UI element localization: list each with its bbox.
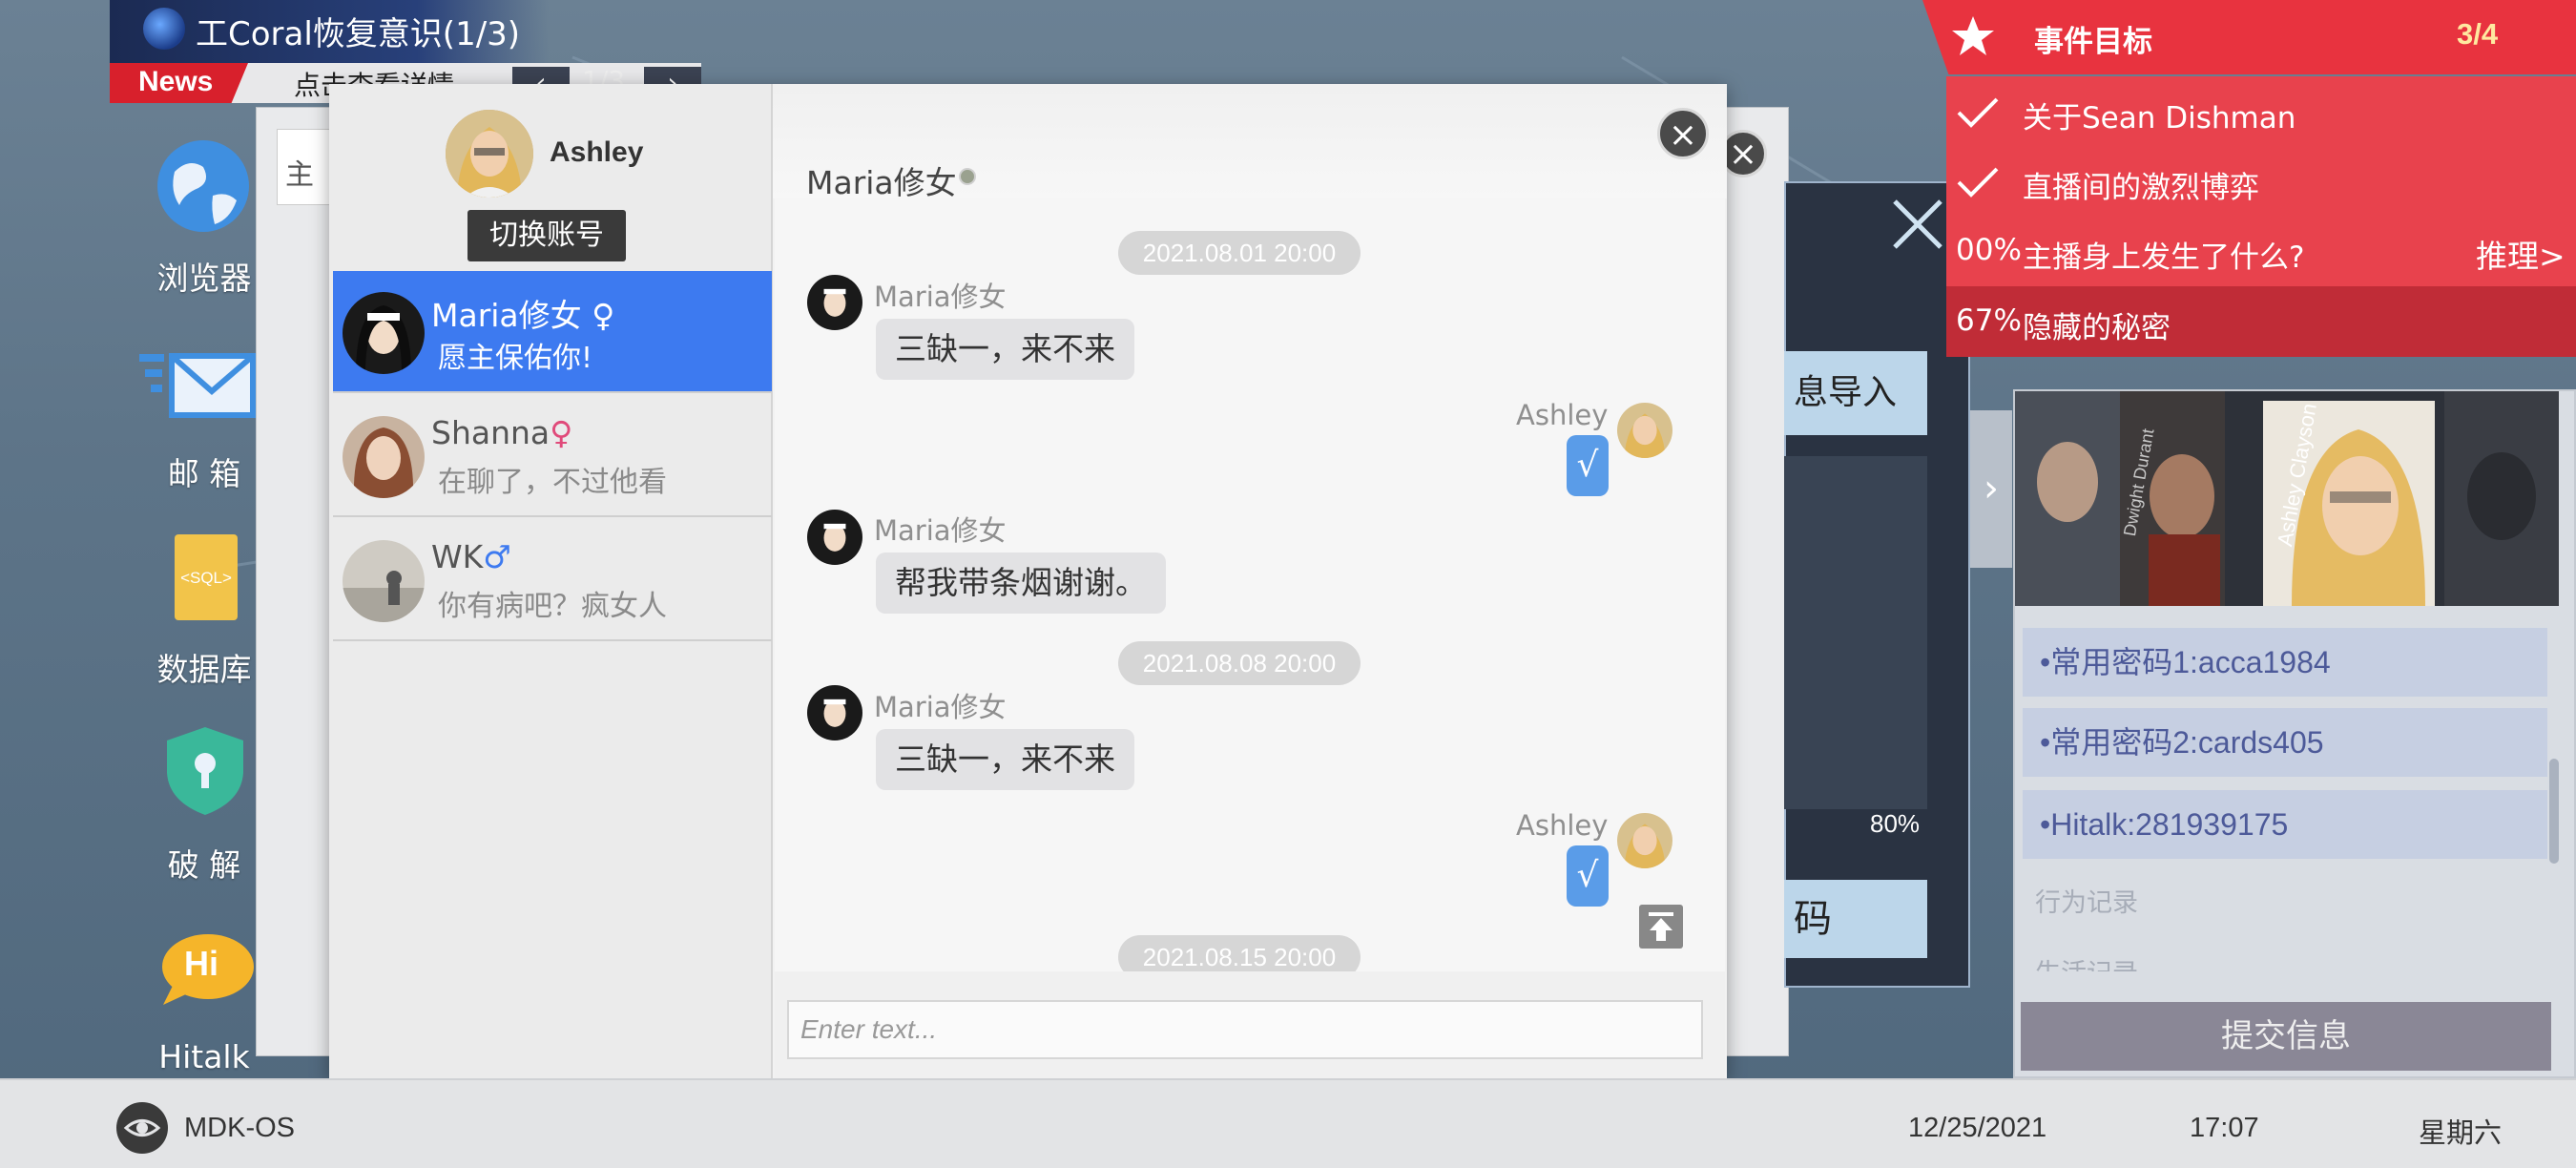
submit-info-button[interactable]: 提交信息 [2021,1002,2551,1071]
offline-status-icon [959,168,976,185]
contact-preview: 愿主保佑你! [438,342,593,375]
male-icon: ♂ [483,538,511,575]
news-tag-label: News [138,66,214,97]
female-icon: ♀ [550,414,573,451]
message-bubble[interactable]: 三缺一，来不来 [876,319,1134,380]
import-button[interactable]: 息导入 [1784,351,1927,435]
message-bubble-mine[interactable]: √ [1567,435,1609,496]
message-sender: Maria修女 [874,281,1007,313]
expand-panel-button[interactable]: › [1970,410,2012,568]
os-logo-icon[interactable] [116,1102,168,1154]
browser-icon[interactable] [156,138,251,234]
message-input[interactable]: Enter text... [787,1000,1703,1059]
objectives-title: 事件目标 [2034,25,2152,59]
date-separator: 2021.08.01 20:00 [1118,231,1361,275]
contact-item-wk[interactable]: WK♂ 你有病吧？疯女人 [333,519,772,641]
message-avatar [1617,403,1672,458]
scroll-to-top-button[interactable] [1639,905,1683,949]
message-bubble-mine[interactable]: √ [1567,845,1609,907]
account-name: Ashley [550,136,644,168]
contact-name: Shanna [431,414,551,451]
check-icon [1957,97,1999,128]
check-icon [1957,167,1999,198]
info-password-1[interactable]: •常用密码1:acca1984 [2023,628,2547,697]
character-cards[interactable]: Ashley Clayson Dwight Durant [2015,391,2559,606]
switch-account-button[interactable]: 切换账号 [467,210,626,261]
message-sender: Ashley [1516,399,1609,431]
section-life-records[interactable]: 生活记录 [2035,952,2138,971]
mail-icon[interactable] [134,348,258,425]
objective-progress: 00% [1956,233,2022,267]
objective-text: 主播身上发生了什么? [2023,240,2305,275]
objective-text: 隐藏的秘密 [2023,311,2171,345]
info-hitalk[interactable]: •Hitalk:281939175 [2023,790,2547,859]
progress-label: 80% [1870,809,1921,838]
contact-name: Maria修女 [431,297,582,334]
objective-text: 关于Sean Dishman [2023,101,2296,136]
taskbar-weekday: 星期六 [2419,1116,2503,1149]
objective-item[interactable]: 关于Sean Dishman [1946,76,2576,147]
female-icon: ♀ [592,297,615,334]
contact-avatar [343,292,425,374]
objective-progress: 67% [1956,303,2022,338]
message-avatar [807,275,862,330]
chat-title: Maria修女 [806,164,957,201]
news-title[interactable]: 工Coral恢复意识(1/3) [196,8,520,54]
section-behavior-records[interactable]: 行为记录 [2035,882,2138,919]
objectives-count: 3/4 [2457,17,2499,51]
objective-text: 直播间的激烈博弈 [2023,171,2259,205]
chevron-right-icon: › [1984,467,1999,511]
message-avatar [807,510,862,565]
taskbar-time: 17:07 [2190,1113,2259,1143]
chat-close-button[interactable]: × [1657,108,1709,159]
message-sender: Maria修女 [874,691,1007,723]
close-icon: × [1728,135,1758,174]
contact-name: WK [431,538,484,575]
date-separator: 2021.08.08 20:00 [1118,641,1361,685]
profile-scrollbar[interactable] [2549,759,2559,864]
objective-item[interactable]: 67% 隐藏的秘密 [1946,286,2576,357]
sql-badge: <SQL> [180,569,232,587]
taskbar-date: 12/25/2021 [1908,1113,2047,1143]
info-password-2[interactable]: •常用密码2:cards405 [2023,708,2547,777]
contact-item-maria[interactable]: Maria修女 ♀ 愿主保佑你! [333,271,772,393]
deduce-button[interactable]: 推理> [2476,231,2566,277]
contact-preview: 你有病吧？疯女人 [438,590,667,623]
message-sender: Ashley [1516,809,1609,842]
globe-icon [143,8,185,50]
message-bubble[interactable]: 帮我带条烟谢谢。 [876,553,1166,614]
database-icon[interactable]: <SQL> [175,534,238,620]
import-progress-area [1784,456,1927,809]
contact-avatar [343,416,425,498]
bg-window-tab[interactable]: 主 [277,129,334,205]
crack-code-button[interactable]: 码 [1784,880,1927,958]
star-icon [1952,16,1994,55]
close-icon[interactable] [1889,196,1946,253]
objective-item[interactable]: 直播间的激烈博弈 [1946,146,2576,217]
close-icon: × [1668,115,1698,155]
message-sender: Maria修女 [874,514,1007,547]
os-name: MDK-OS [184,1113,295,1143]
account-avatar [446,110,533,198]
contact-item-shanna[interactable]: Shanna♀ 在聊了，不过他看 [333,395,772,517]
objective-item[interactable]: 00% 主播身上发生了什么? 推理> [1946,216,2576,286]
message-bubble[interactable]: 三缺一，来不来 [876,729,1134,790]
date-separator: 2021.08.15 20:00 [1118,935,1361,971]
hitalk-badge: Hi [184,944,218,983]
message-avatar [1617,813,1672,868]
shield-icon[interactable] [165,725,245,817]
message-list[interactable]: 2021.08.01 20:00 Maria修女 三缺一，来不来 Ashley … [775,198,1725,971]
contact-preview: 在聊了，不过他看 [438,466,667,499]
arrow-up-icon [1649,912,1673,941]
hitalk-icon[interactable]: Hi [156,930,256,1007]
contact-avatar [343,540,425,622]
message-avatar [807,685,862,740]
